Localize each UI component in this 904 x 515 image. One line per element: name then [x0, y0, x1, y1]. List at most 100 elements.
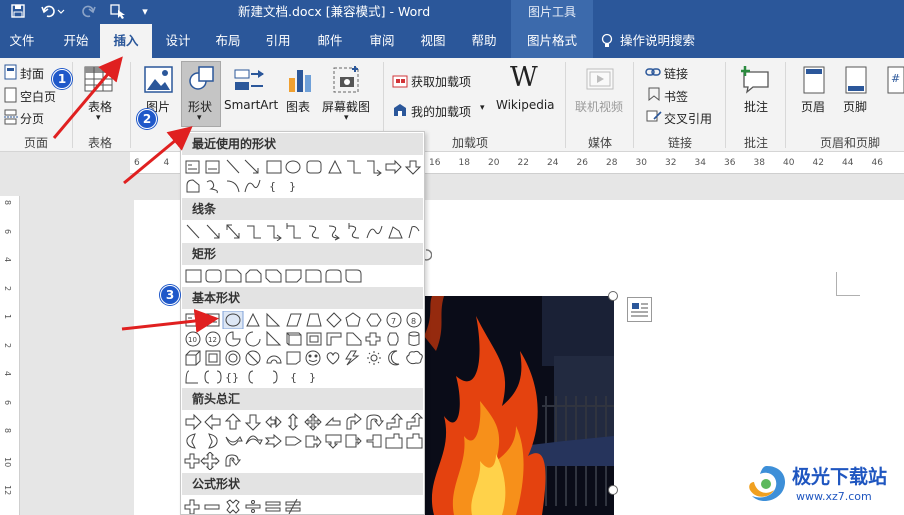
- section-basic-shapes: 基本形状: [182, 287, 423, 309]
- tab-references[interactable]: 引用: [256, 24, 300, 58]
- svg-text:8: 8: [411, 317, 416, 326]
- page-number-icon: #: [887, 66, 904, 97]
- undo-icon[interactable]: [38, 3, 68, 21]
- basic-shapes-row-3[interactable]: [183, 349, 423, 367]
- recent-shapes-row-2[interactable]: { }: [183, 177, 303, 195]
- link-button[interactable]: 链接: [664, 65, 688, 82]
- bookmark-button[interactable]: 书签: [664, 88, 688, 105]
- tab-layout[interactable]: 布局: [206, 24, 250, 58]
- recent-shapes-row-1[interactable]: [183, 158, 423, 176]
- tab-file[interactable]: 文件: [2, 24, 42, 58]
- tab-picture-format[interactable]: 图片格式: [511, 24, 593, 58]
- ruler-tick-label: 2: [3, 342, 12, 348]
- bookmark-icon: [647, 87, 661, 104]
- tab-review[interactable]: 审阅: [360, 24, 404, 58]
- tell-me-search[interactable]: 操作说明搜索: [620, 24, 710, 58]
- table-dropdown-icon[interactable]: ▾: [96, 113, 101, 123]
- smartart-button[interactable]: SmartArt: [224, 98, 278, 112]
- touch-mode-icon[interactable]: [108, 3, 128, 21]
- ruler-tick-label: 12: [3, 485, 12, 496]
- blank-page-icon: [4, 87, 18, 106]
- ruler-tick-label: 34: [694, 158, 706, 168]
- footer-button[interactable]: 页脚: [843, 98, 867, 115]
- group-label-media: 媒体: [587, 136, 612, 150]
- resize-handle-bottom-right[interactable]: [608, 485, 618, 495]
- svg-text:7: 7: [391, 317, 396, 326]
- cover-page-button[interactable]: 封面: [20, 65, 44, 82]
- redo-icon[interactable]: [80, 3, 98, 21]
- equation-shapes-row[interactable]: [183, 498, 323, 514]
- section-recent-shapes: 最近使用的形状: [182, 133, 423, 155]
- svg-text:}: }: [289, 180, 296, 193]
- lines-row[interactable]: [183, 223, 423, 241]
- tab-design[interactable]: 设计: [156, 24, 200, 58]
- screenshot-dropdown-icon[interactable]: ▾: [344, 113, 349, 123]
- rectangles-row[interactable]: [183, 267, 383, 285]
- block-arrows-row-3[interactable]: [183, 452, 263, 470]
- my-addins-icon: [392, 102, 408, 121]
- wikipedia-button[interactable]: Wikipedia: [496, 98, 555, 112]
- customize-toolbar-icon[interactable]: ▾: [138, 3, 152, 21]
- step-badge-1: 1: [52, 69, 72, 89]
- header-icon: [803, 66, 825, 97]
- basic-shapes-row-2[interactable]: 10 12: [183, 330, 423, 348]
- ruler-corner: [0, 152, 130, 196]
- blank-page-button[interactable]: 空白页: [20, 88, 56, 105]
- ruler-tick-label: 18: [458, 158, 470, 168]
- ruler-tick-label: 42: [812, 158, 824, 168]
- ruler-tick-label: 6: [3, 228, 12, 234]
- group-label-links: 链接: [667, 136, 692, 150]
- svg-text:{: {: [290, 371, 297, 384]
- svg-text:{: {: [269, 180, 276, 193]
- resize-handle-top-right[interactable]: [608, 291, 618, 301]
- tab-insert[interactable]: 插入: [100, 24, 152, 59]
- ruler-tick-label: 16: [429, 158, 441, 168]
- group-label-tables: 表格: [87, 136, 112, 150]
- svg-text:{}: {}: [225, 371, 239, 384]
- ruler-tick-label: 1: [3, 314, 12, 320]
- online-video-button[interactable]: 联机视频: [575, 98, 623, 115]
- group-separator: [72, 62, 73, 148]
- tab-view[interactable]: 视图: [411, 24, 455, 58]
- tab-help[interactable]: 帮助: [462, 24, 506, 58]
- ruler-tick-label: 26: [576, 158, 588, 168]
- ruler-tick-label: 22: [517, 158, 529, 168]
- section-equation-shapes: 公式形状: [182, 473, 423, 495]
- basic-shapes-row-4[interactable]: {} { }: [183, 368, 323, 386]
- cross-reference-icon: [646, 109, 662, 126]
- block-arrows-row-1[interactable]: [183, 413, 423, 431]
- ruler-tick-label: 38: [753, 158, 765, 168]
- title-bar: ▾ 新建文档.docx [兼容模式] - Word 图片工具: [0, 0, 904, 24]
- new-comment-button[interactable]: 批注: [744, 98, 768, 115]
- watermark-name: 极光下载站: [792, 466, 888, 488]
- my-addins-dropdown-icon[interactable]: ▾: [480, 103, 485, 113]
- tab-mailings[interactable]: 邮件: [308, 24, 352, 58]
- ruler-tick-label: 8: [3, 200, 12, 206]
- ruler-tick-label: 36: [724, 158, 736, 168]
- tab-home[interactable]: 开始: [54, 24, 98, 58]
- shapes-dropdown-icon[interactable]: ▾: [197, 113, 202, 123]
- step-badge-3: 3: [160, 285, 180, 305]
- section-rectangles: 矩形: [182, 243, 423, 265]
- ruler-tick-label: 4: [3, 371, 12, 377]
- get-addins-button[interactable]: 获取加载项: [411, 73, 471, 90]
- my-addins-button[interactable]: 我的加载项: [411, 103, 471, 120]
- header-button[interactable]: 页眉: [801, 98, 825, 115]
- save-icon[interactable]: [8, 3, 28, 21]
- ruler-tick-label: 8: [3, 428, 12, 434]
- layout-options-button[interactable]: [627, 297, 652, 322]
- svg-text:12: 12: [208, 336, 217, 344]
- lightbulb-icon: [600, 33, 614, 52]
- link-icon: [645, 65, 661, 82]
- basic-shapes-row-1[interactable]: 7 8: [183, 311, 423, 329]
- page-break-button[interactable]: 分页: [20, 110, 44, 127]
- online-video-icon: [586, 66, 614, 95]
- chart-button[interactable]: 图表: [286, 98, 310, 115]
- ruler-tick-label: 24: [547, 158, 559, 168]
- selected-fire-image[interactable]: [424, 296, 614, 515]
- cross-reference-button[interactable]: 交叉引用: [664, 110, 712, 127]
- section-block-arrows: 箭头总汇: [182, 388, 423, 410]
- block-arrows-row-2[interactable]: [183, 432, 423, 450]
- wikipedia-logo-icon: W: [510, 62, 538, 93]
- vertical-ruler[interactable]: 8 6 4 2 1 2 4 6 8 10 12: [0, 196, 20, 515]
